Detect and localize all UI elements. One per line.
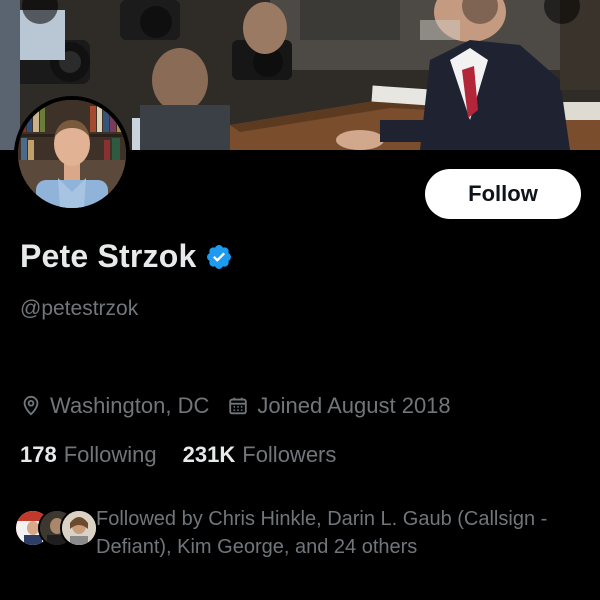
- mutual-avatar: [60, 509, 98, 547]
- bio-overflow: [0, 588, 600, 600]
- followers-you-know[interactable]: Followed by Chris Hinkle, Darin L. Gaub …: [14, 505, 594, 561]
- verified-badge-icon[interactable]: [205, 243, 233, 271]
- profile-screen: Follow Pete Strzok @petestrzok Washingto…: [0, 0, 600, 600]
- profile-avatar-frame: [14, 96, 130, 212]
- follow-button[interactable]: Follow: [425, 169, 581, 219]
- followed-by-text: Followed by Chris Hinkle, Darin L. Gaub …: [96, 508, 548, 558]
- followers-label: Followers: [242, 442, 337, 467]
- following-link[interactable]: 178 Following: [20, 442, 157, 468]
- follow-stats: 178 Following 231K Followers: [20, 442, 336, 468]
- following-label: Following: [63, 442, 157, 467]
- joined-item: Joined August 2018: [227, 393, 451, 419]
- joined-text: Joined August 2018: [257, 393, 451, 418]
- display-name: Pete Strzok: [20, 238, 197, 274]
- calendar-icon: [229, 397, 248, 415]
- location-item: Washington, DC: [20, 393, 209, 419]
- location-pin-icon: [23, 395, 39, 416]
- mutual-avatars: [14, 505, 98, 549]
- followers-link[interactable]: 231K Followers: [183, 442, 337, 468]
- profile-meta: Washington, DC Joined August 2018: [20, 393, 451, 419]
- followers-count: 231K: [182, 442, 236, 467]
- profile-name-row: Pete Strzok: [20, 238, 233, 275]
- following-count: 178: [20, 442, 57, 467]
- avatar-photo: [18, 100, 126, 208]
- profile-handle: @petestrzok: [20, 297, 139, 320]
- avatar[interactable]: [18, 100, 126, 208]
- mutual-avatar-photo: [62, 511, 96, 545]
- location-text: Washington, DC: [50, 393, 210, 418]
